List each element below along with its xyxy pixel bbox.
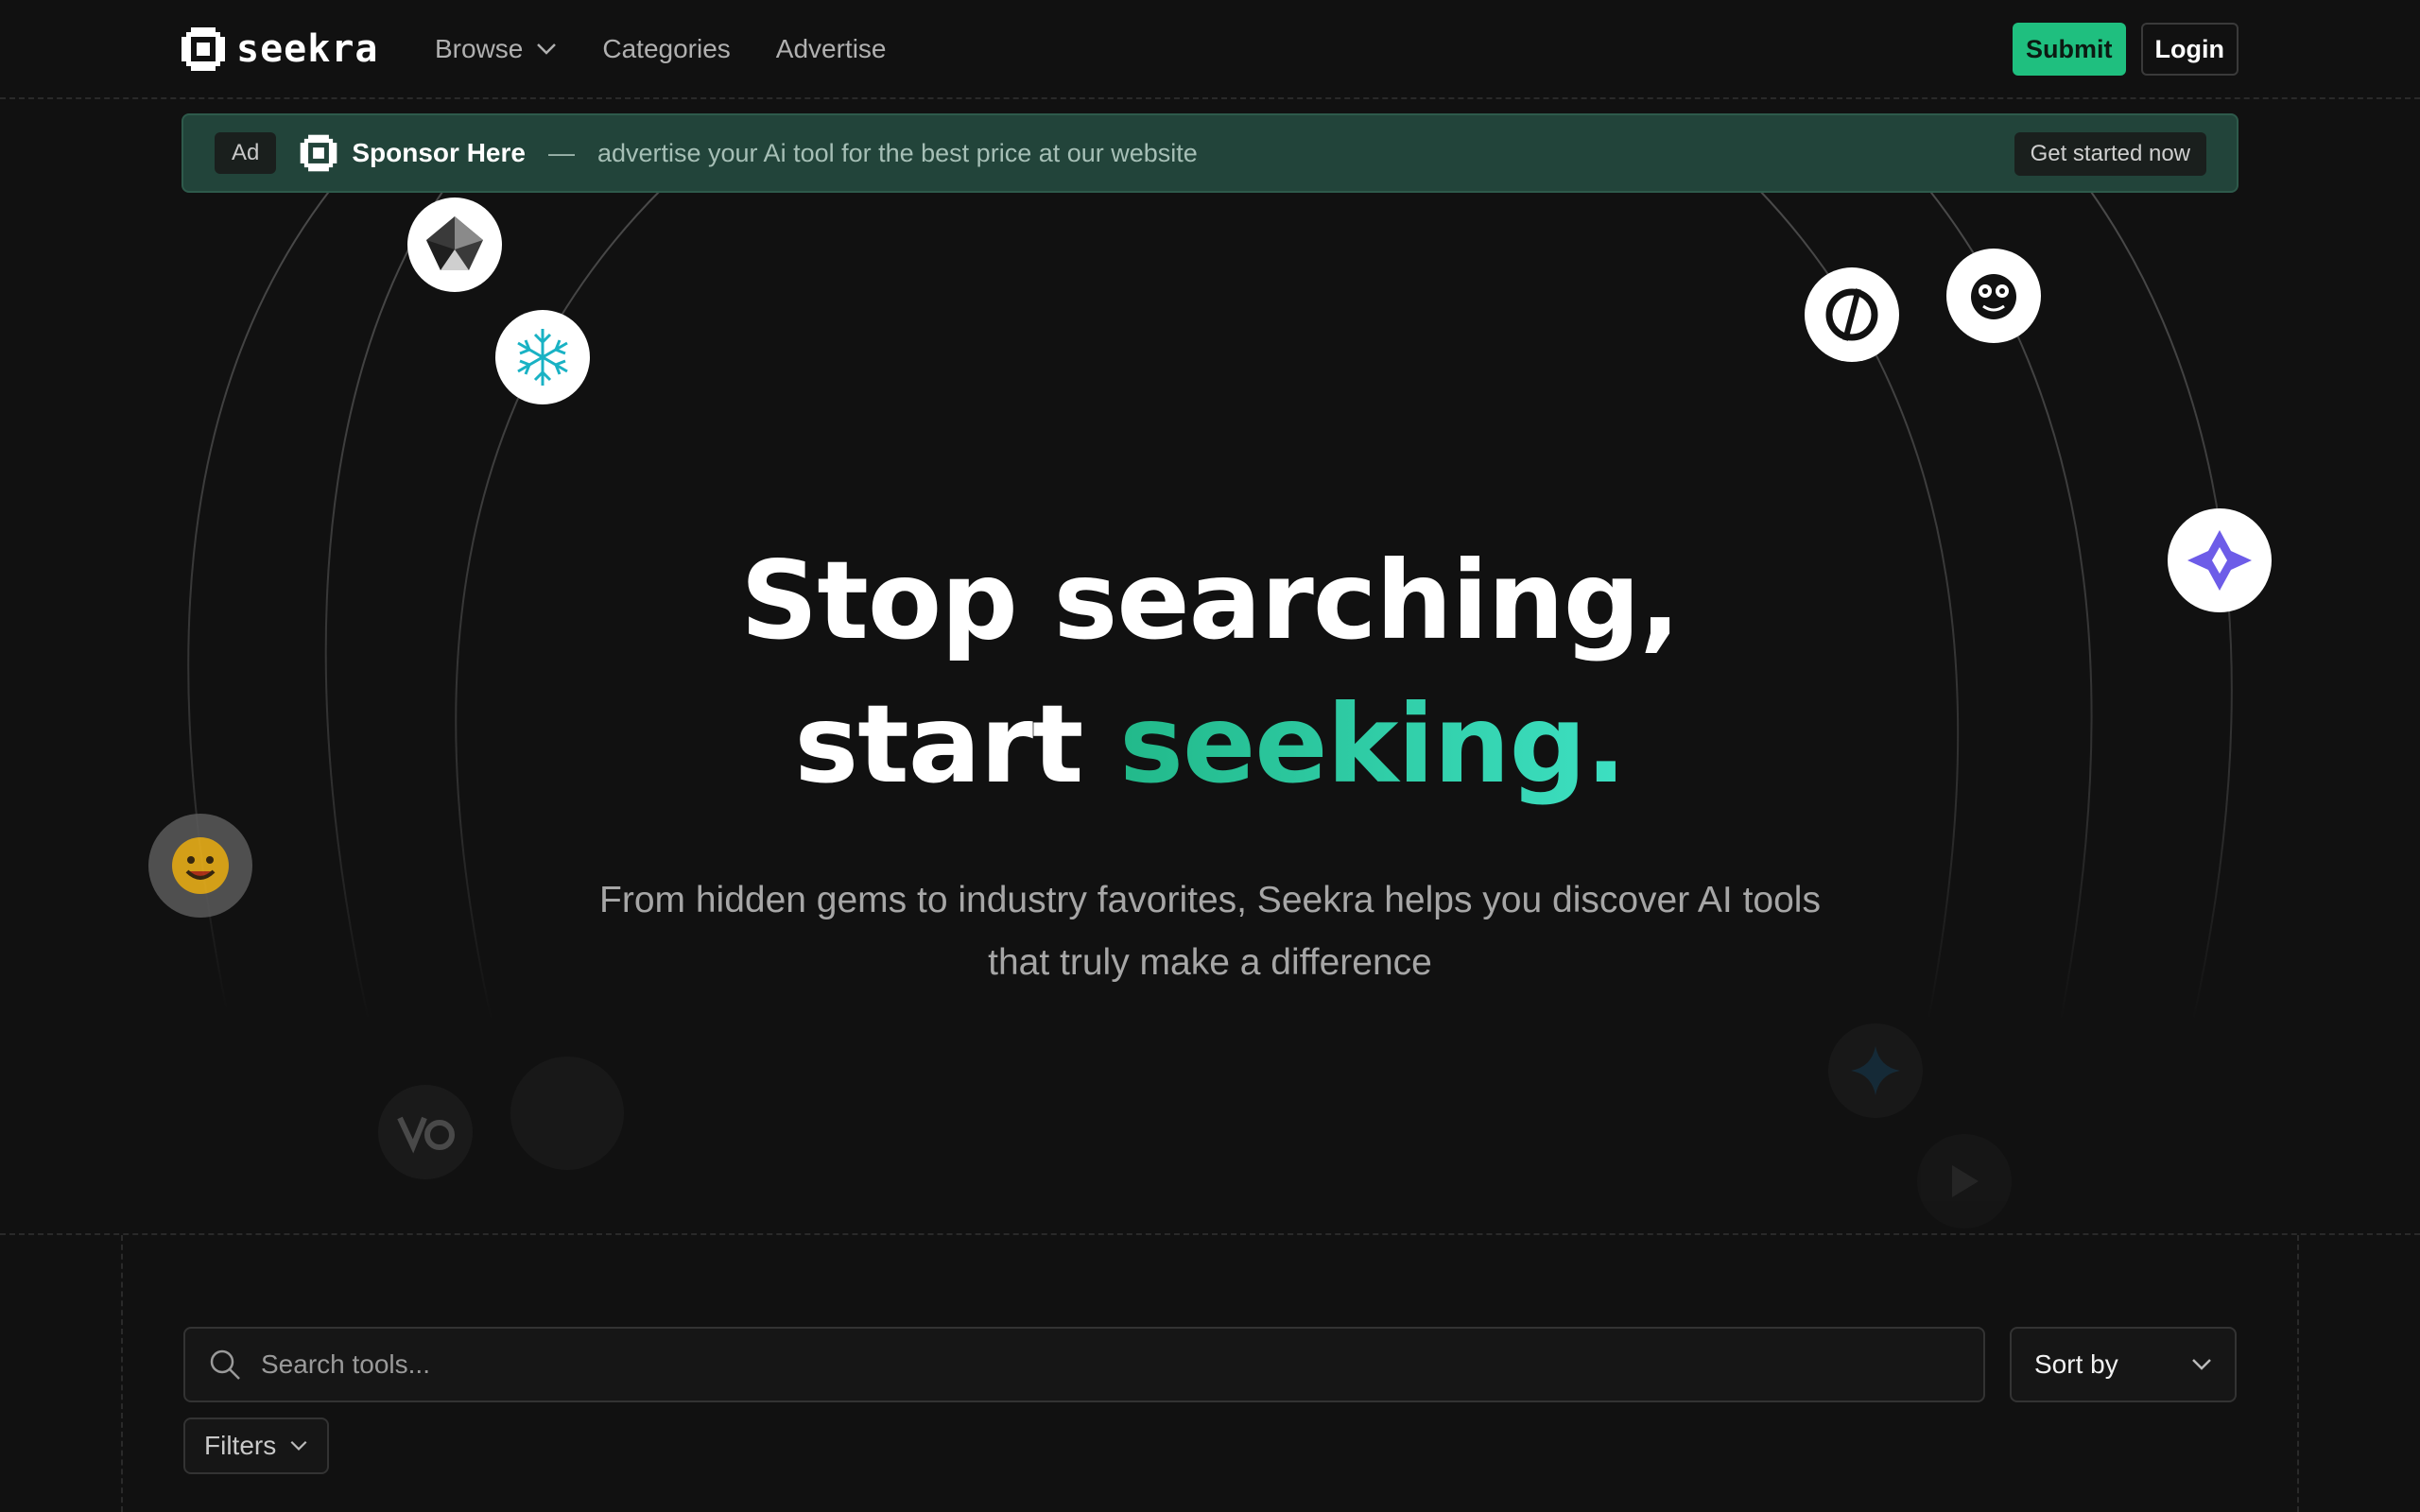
hero-title-accent: seeking.: [1119, 681, 1626, 807]
mascot-glyph: [1971, 274, 2016, 319]
mascot-logo-icon[interactable]: [1946, 249, 2041, 343]
arrow-logo-icon[interactable]: [1917, 1134, 2012, 1228]
ad-badge: Ad: [215, 132, 277, 174]
ve-glyph: [397, 1116, 455, 1154]
arrow-glyph: [1952, 1165, 1979, 1197]
prism-glyph: [426, 216, 483, 270]
hero-title: Stop searching, start seeking.: [0, 529, 2420, 816]
ad-separator: —: [547, 138, 575, 167]
hero-title-line1: Stop searching,: [740, 538, 1680, 663]
sponsor-banner[interactable]: Ad Sponsor Here — advertise your Ai tool…: [182, 113, 2238, 193]
ve-logo-icon[interactable]: [378, 1085, 473, 1179]
snowflake-glyph: [517, 329, 568, 386]
get-started-button[interactable]: Get started now: [2014, 132, 2206, 176]
snowflake-logo-icon[interactable]: [495, 310, 590, 404]
sparkle-logo-icon[interactable]: [1828, 1023, 1923, 1118]
prism-logo-icon[interactable]: [407, 198, 502, 292]
perplexity-logo-icon[interactable]: [1805, 267, 1899, 362]
sponsor-logo-icon: [301, 134, 337, 172]
huggingface-glyph: [172, 837, 229, 894]
perplexity-glyph: [1825, 288, 1878, 341]
ad-text: advertise your Ai tool for the best pric…: [596, 138, 1198, 167]
hero-title-line2: start: [794, 681, 1120, 807]
ad-title: Sponsor Here: [352, 138, 526, 167]
sparkle-glyph: [1851, 1046, 1900, 1095]
huggingface-logo-icon[interactable]: [148, 814, 252, 918]
blank-logo-icon[interactable]: [510, 1057, 624, 1170]
hero-subtitle: From hidden gems to industry favorites, …: [599, 880, 1821, 983]
